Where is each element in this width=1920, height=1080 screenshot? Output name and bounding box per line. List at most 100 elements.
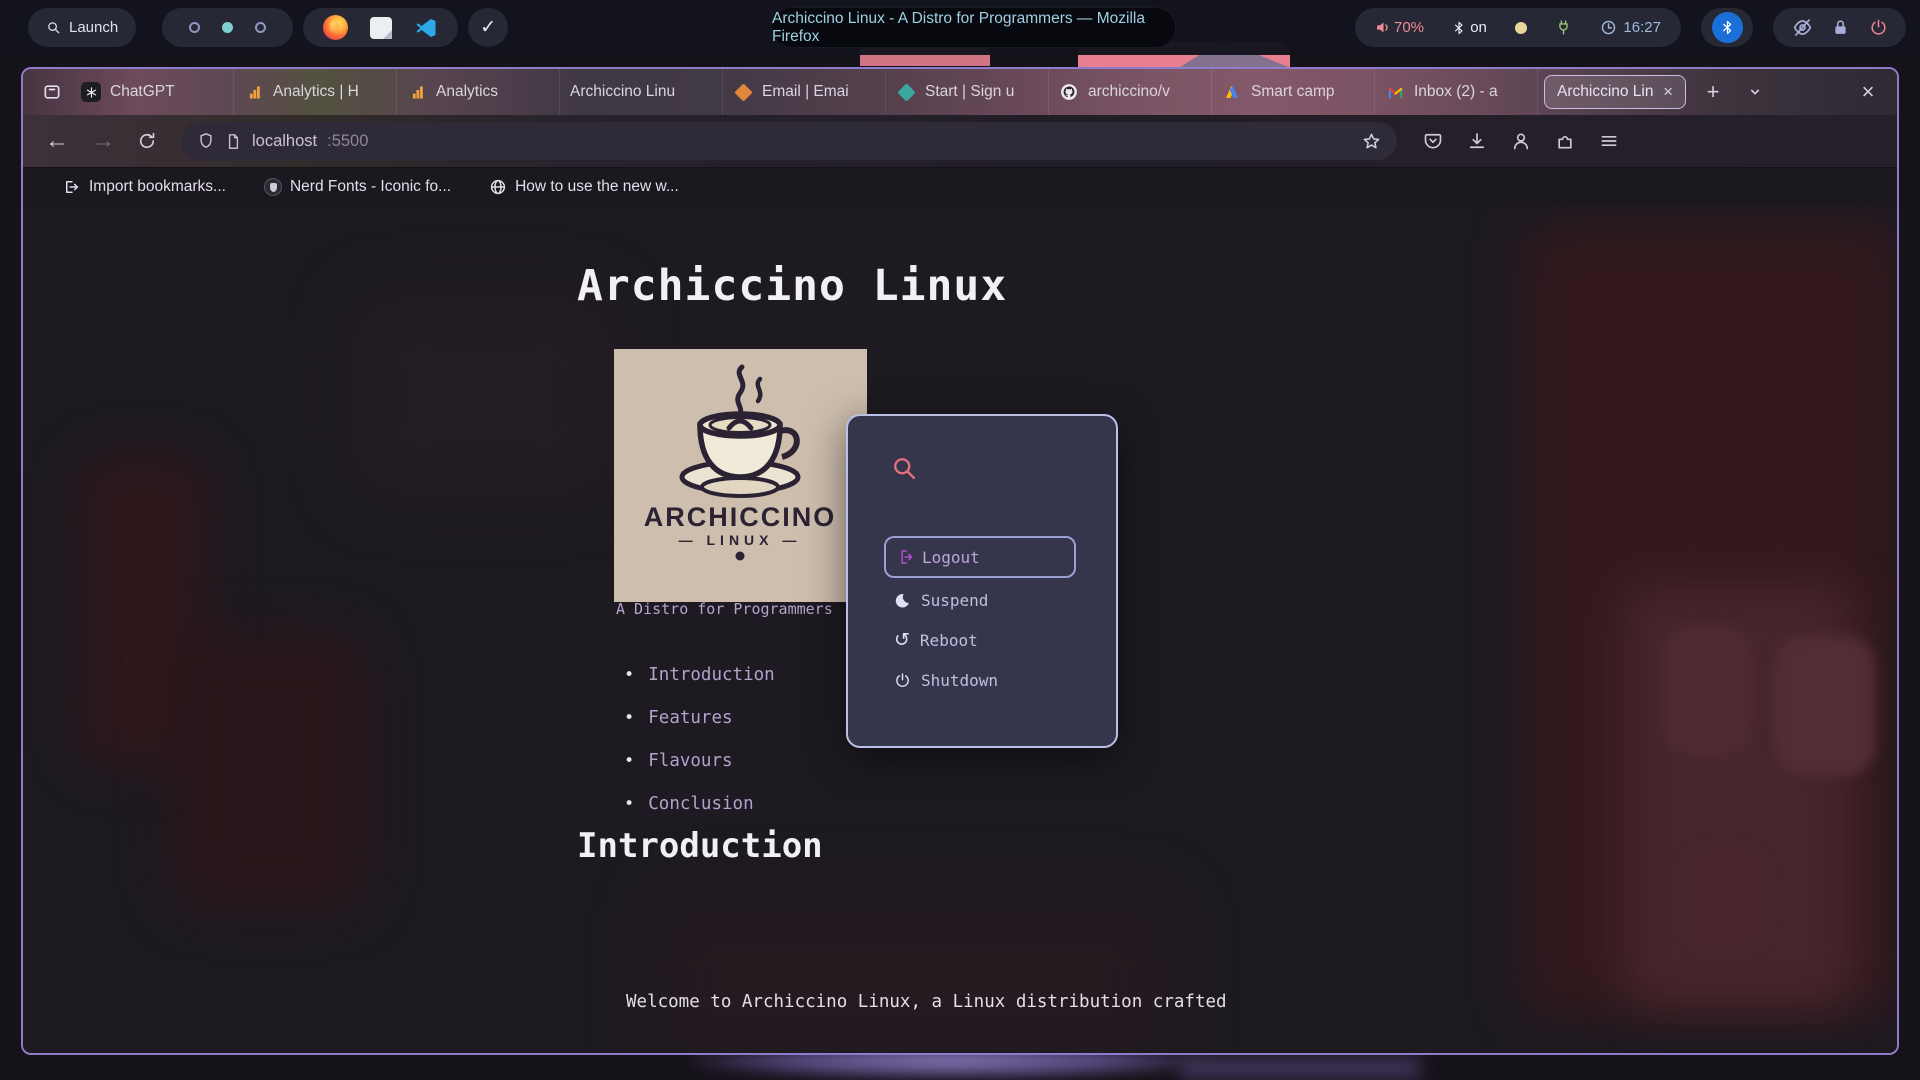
tab-list-dropdown-button[interactable] xyxy=(1734,69,1776,115)
reload-button[interactable] xyxy=(137,131,157,151)
shutdown-button[interactable]: Shutdown xyxy=(894,667,998,693)
logout-button[interactable]: Logout xyxy=(884,536,1076,578)
bluetooth-icon xyxy=(1720,19,1735,36)
tab-label: Archiccino Linu xyxy=(570,83,676,100)
clock-icon xyxy=(1600,19,1617,36)
pocket-icon[interactable] xyxy=(1423,131,1443,151)
toc-link[interactable]: Introduction xyxy=(648,665,774,685)
tab-email[interactable]: Email | Emai xyxy=(723,69,886,115)
bookmark-nerd-fonts[interactable]: Nerd Fonts - Iconic fo... xyxy=(263,178,451,196)
bookmark-star-icon[interactable] xyxy=(1362,132,1381,151)
tab-close-icon[interactable]: × xyxy=(1663,82,1673,102)
search-icon[interactable] xyxy=(890,454,918,482)
bullet-icon: • xyxy=(624,664,635,685)
tab-analytics-1[interactable]: Analytics | H xyxy=(234,69,397,115)
new-tab-button[interactable]: + xyxy=(1692,69,1734,115)
toc-link[interactable]: Conclusion xyxy=(648,794,753,814)
wallpaper-blob xyxy=(173,636,363,906)
status-tray[interactable]: 70% on 16:27 xyxy=(1355,8,1681,47)
shield-icon[interactable] xyxy=(197,132,215,150)
idle-inhibit-eye-off-icon[interactable] xyxy=(1792,17,1813,38)
clock-indicator[interactable]: 16:27 xyxy=(1600,19,1661,36)
app-menu-hamburger-icon[interactable] xyxy=(1599,131,1619,151)
tab-label: Smart camp xyxy=(1251,83,1335,100)
bluetooth-indicator[interactable]: on xyxy=(1452,19,1487,36)
workspace-dot-3[interactable] xyxy=(255,22,267,33)
tab-chatgpt[interactable]: ChatGPT xyxy=(71,69,234,115)
wallpaper-blob xyxy=(1683,846,1768,951)
vscode-app-icon[interactable] xyxy=(414,16,438,40)
volume-indicator[interactable]: 70% xyxy=(1375,19,1424,36)
bookmark-how-to[interactable]: How to use the new w... xyxy=(489,178,679,196)
logout-label: Logout xyxy=(922,547,980,567)
toc-item-flavours[interactable]: • Flavours xyxy=(624,739,775,782)
chevron-down-icon xyxy=(1745,82,1765,102)
url-host: localhost xyxy=(252,131,318,150)
toc-item-conclusion[interactable]: • Conclusion xyxy=(624,782,775,825)
tab-bar: ChatGPT Analytics | H Analytics Archicci… xyxy=(23,69,1897,115)
toc-link[interactable]: Features xyxy=(648,708,732,728)
workspace-switcher[interactable] xyxy=(162,8,294,47)
suspend-label: Suspend xyxy=(921,590,989,610)
forward-button[interactable]: → xyxy=(91,127,115,155)
tab-label: Archiccino Lin xyxy=(1557,83,1654,100)
time-value: 16:27 xyxy=(1623,19,1661,36)
toc-item-introduction[interactable]: • Introduction xyxy=(624,653,775,696)
window-close-button[interactable]: × xyxy=(1847,69,1889,115)
bookmark-import[interactable]: Import bookmarks... xyxy=(63,178,226,196)
wallpaper-blob xyxy=(1775,636,1875,776)
tab-smart-campaign[interactable]: Smart camp xyxy=(1212,69,1375,115)
bluetooth-quick-toggle[interactable] xyxy=(1701,8,1753,47)
gmail-icon xyxy=(1385,82,1405,102)
bluetooth-state: on xyxy=(1470,19,1487,36)
logo-subtitle-text: — LINUX — xyxy=(679,532,802,548)
reboot-icon: ↺ xyxy=(894,629,910,651)
import-icon xyxy=(63,178,81,196)
back-button[interactable]: ← xyxy=(45,127,69,155)
toc-link[interactable]: Flavours xyxy=(648,751,732,771)
tab-start-sign[interactable]: Start | Sign u xyxy=(886,69,1049,115)
workspace-dot-1[interactable] xyxy=(189,22,201,33)
suspend-button[interactable]: Suspend xyxy=(894,587,988,613)
launch-button[interactable]: Launch xyxy=(28,8,137,47)
toolbar-buttons xyxy=(1423,131,1619,151)
logo-caption: A Distro for Programmers xyxy=(616,600,833,618)
taskbar-apps xyxy=(303,8,459,47)
tab-analytics-2[interactable]: Analytics xyxy=(397,69,560,115)
tab-archiccino-docs[interactable]: Archiccino Linu xyxy=(560,69,723,115)
tab-active-archiccino[interactable]: Archiccino Lin × xyxy=(1544,75,1686,109)
github-icon xyxy=(1059,82,1079,102)
shutdown-label: Shutdown xyxy=(921,670,999,690)
search-icon xyxy=(46,20,61,35)
workspace-dot-2-active[interactable] xyxy=(222,22,234,33)
notes-app-icon[interactable] xyxy=(370,16,393,39)
url-bar[interactable]: localhost:5500 xyxy=(181,122,1397,160)
speaker-icon xyxy=(1375,19,1392,36)
teal-diamond-icon xyxy=(896,82,916,102)
page-info-icon[interactable] xyxy=(225,133,242,150)
downloads-icon[interactable] xyxy=(1467,131,1487,151)
check-icon: ✓ xyxy=(480,17,497,38)
toc-item-features[interactable]: • Features xyxy=(624,696,775,739)
tab-label: Start | Sign u xyxy=(925,83,1015,100)
power-menu: Logout Suspend ↺ Reboot Shutdown xyxy=(846,414,1118,748)
tab-github[interactable]: archiccino/v xyxy=(1049,69,1212,115)
lock-icon[interactable] xyxy=(1831,18,1850,37)
analytics-bars-icon xyxy=(244,82,264,102)
launch-label: Launch xyxy=(69,19,119,36)
chatgpt-icon xyxy=(81,82,101,102)
moon-icon xyxy=(894,592,911,609)
power-icon[interactable] xyxy=(1869,18,1888,37)
account-icon[interactable] xyxy=(1511,131,1531,151)
wallpaper-blob xyxy=(353,296,613,496)
extensions-puzzle-icon[interactable] xyxy=(1555,131,1575,151)
check-button[interactable]: ✓ xyxy=(468,8,509,47)
tab-label: archiccino/v xyxy=(1088,83,1170,100)
tab-inbox[interactable]: Inbox (2) - a xyxy=(1375,69,1538,115)
table-of-contents: • Introduction • Features • Flavours • C… xyxy=(624,653,775,825)
firefox-app-icon[interactable] xyxy=(323,15,349,40)
bookmarks-toolbar: Import bookmarks... Nerd Fonts - Iconic … xyxy=(23,168,1897,206)
firefox-view-button[interactable] xyxy=(33,69,71,115)
tab-label: ChatGPT xyxy=(110,83,175,100)
reboot-button[interactable]: ↺ Reboot xyxy=(894,627,978,653)
